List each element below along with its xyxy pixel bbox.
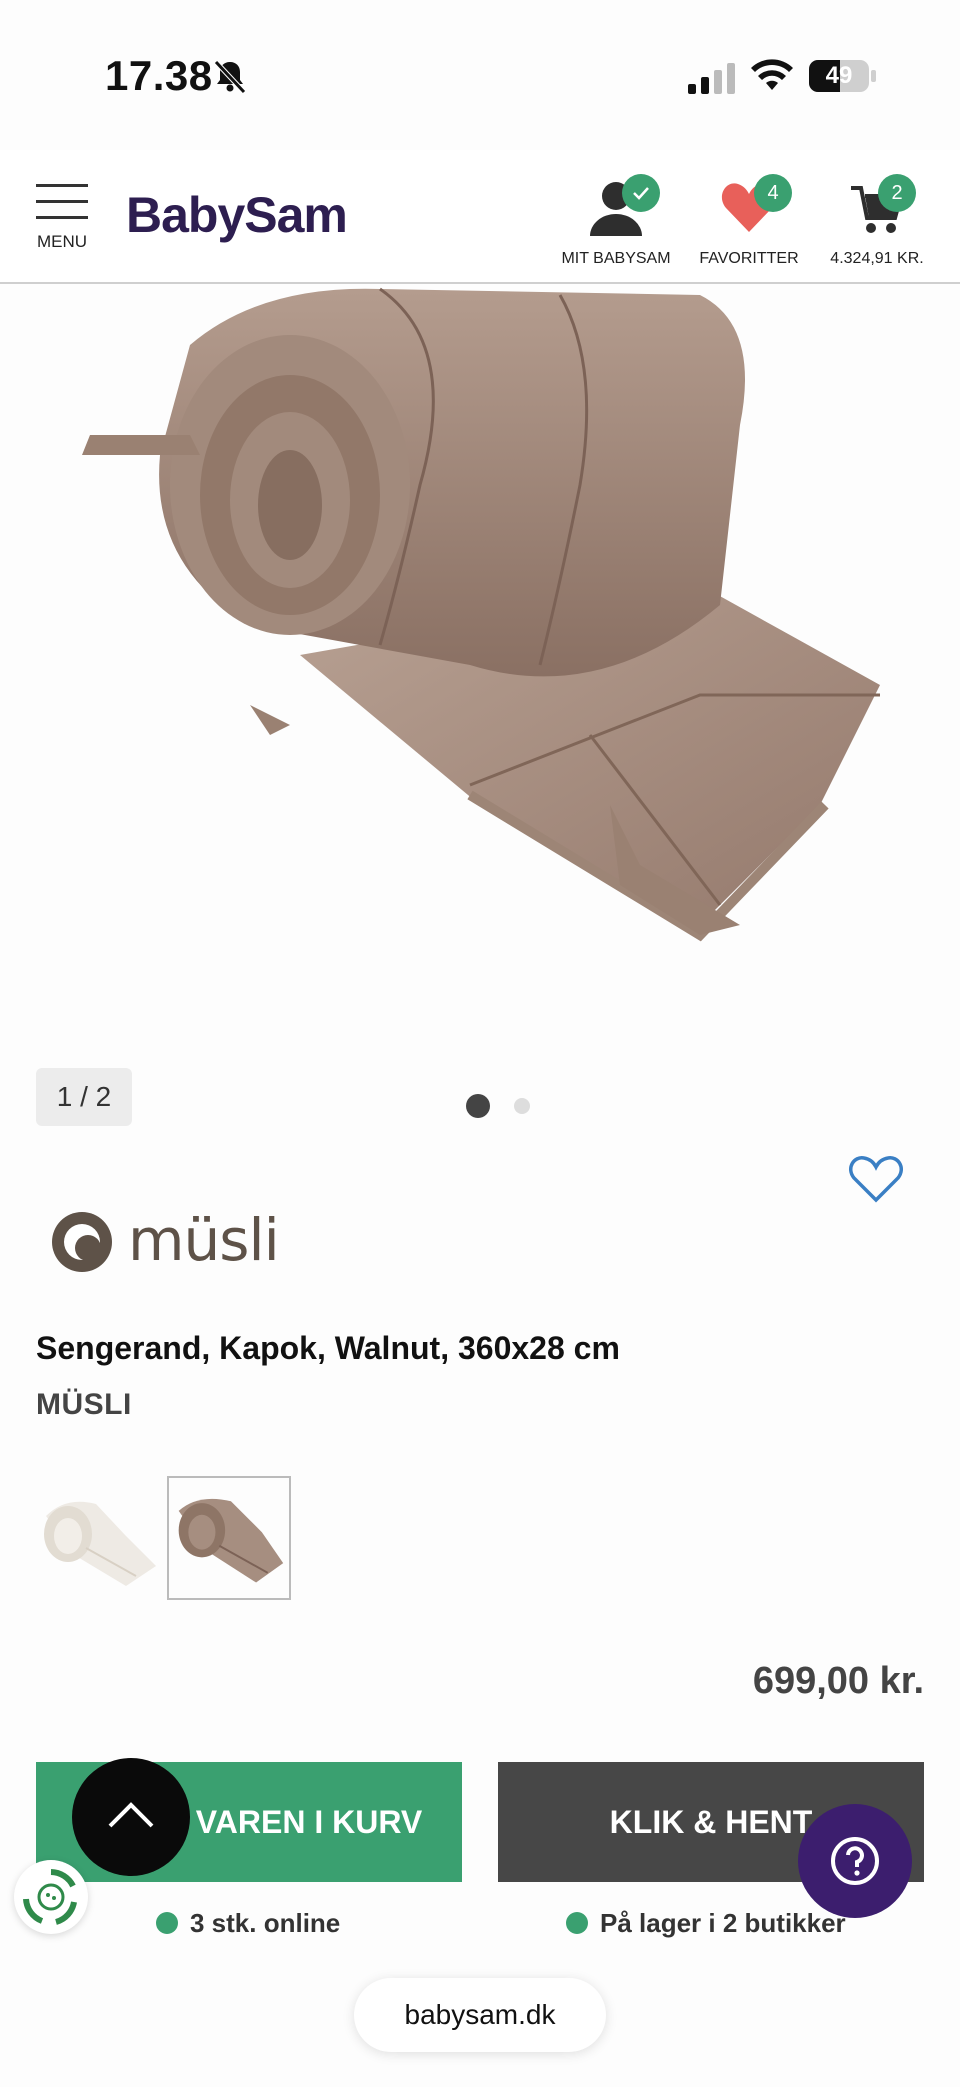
menu-label: MENU (36, 232, 88, 251)
in-stock-dot-icon (566, 1912, 588, 1934)
help-chat-button[interactable] (798, 1804, 912, 1918)
browser-url-bar[interactable]: babysam.dk (354, 1978, 606, 2052)
site-header: MENU BabySam MIT BABYSAM 4 FAVORITTER 2 … (0, 150, 960, 284)
in-stock-dot-icon (156, 1912, 178, 1934)
status-bar: 17.38 49 (0, 0, 960, 150)
add-to-favorites-heart-icon[interactable] (848, 1154, 904, 1204)
musli-brand-logo[interactable]: müsli (44, 1200, 280, 1280)
battery-icon: 49 (808, 58, 878, 94)
brand-logo-text: müsli (128, 1206, 280, 1274)
product-price: 699,00 kr. (752, 1660, 924, 1702)
variant-thumb-natural[interactable] (36, 1476, 160, 1600)
menu-button[interactable]: MENU (36, 180, 92, 252)
product-brand[interactable]: MÜSLI (36, 1388, 132, 1422)
variant-thumb-walnut[interactable] (167, 1476, 291, 1600)
gallery-dot[interactable] (514, 1098, 530, 1114)
account-check-badge (622, 174, 660, 212)
status-time: 17.38 (105, 52, 213, 99)
chevron-up-icon (108, 1802, 154, 1828)
favorites-count-badge: 4 (754, 174, 792, 212)
image-counter: 1 / 2 (36, 1068, 132, 1126)
question-mark-icon (831, 1837, 879, 1885)
scroll-to-top-button[interactable] (72, 1758, 190, 1876)
wifi-icon (751, 59, 793, 90)
online-stock-text: 3 stk. online (190, 1908, 341, 1938)
natural-variant-image (44, 1501, 156, 1586)
check-icon (633, 187, 649, 200)
battery-level: 49 (825, 62, 853, 89)
babysam-logo[interactable]: BabySam (126, 186, 348, 244)
hamburger-icon (36, 180, 92, 219)
bell-muted-icon (214, 60, 246, 94)
recycle-leaf-icon (23, 1869, 77, 1925)
account-button[interactable]: MIT BABYSAM (556, 168, 676, 268)
favorites-button[interactable]: 4 FAVORITTER (694, 168, 804, 268)
product-image[interactable] (0, 285, 960, 1025)
click-and-collect-label: KLIK & HENT (609, 1804, 813, 1840)
cellular-signal-icon (688, 63, 735, 94)
walnut-variant-image (178, 1498, 284, 1583)
account-label: MIT BABYSAM (561, 250, 671, 267)
eco-badge-button[interactable] (14, 1860, 88, 1934)
gallery-dot-active[interactable] (466, 1094, 490, 1118)
favorites-label: FAVORITTER (699, 250, 799, 267)
cart-count-badge: 2 (878, 174, 916, 212)
cart-button[interactable]: 2 4.324,91 KR. (822, 168, 932, 268)
online-stock: 3 stk. online (156, 1908, 340, 1939)
cart-total-label: 4.324,91 KR. (830, 250, 924, 267)
product-title: Sengerand, Kapok, Walnut, 360x28 cm (36, 1330, 620, 1366)
